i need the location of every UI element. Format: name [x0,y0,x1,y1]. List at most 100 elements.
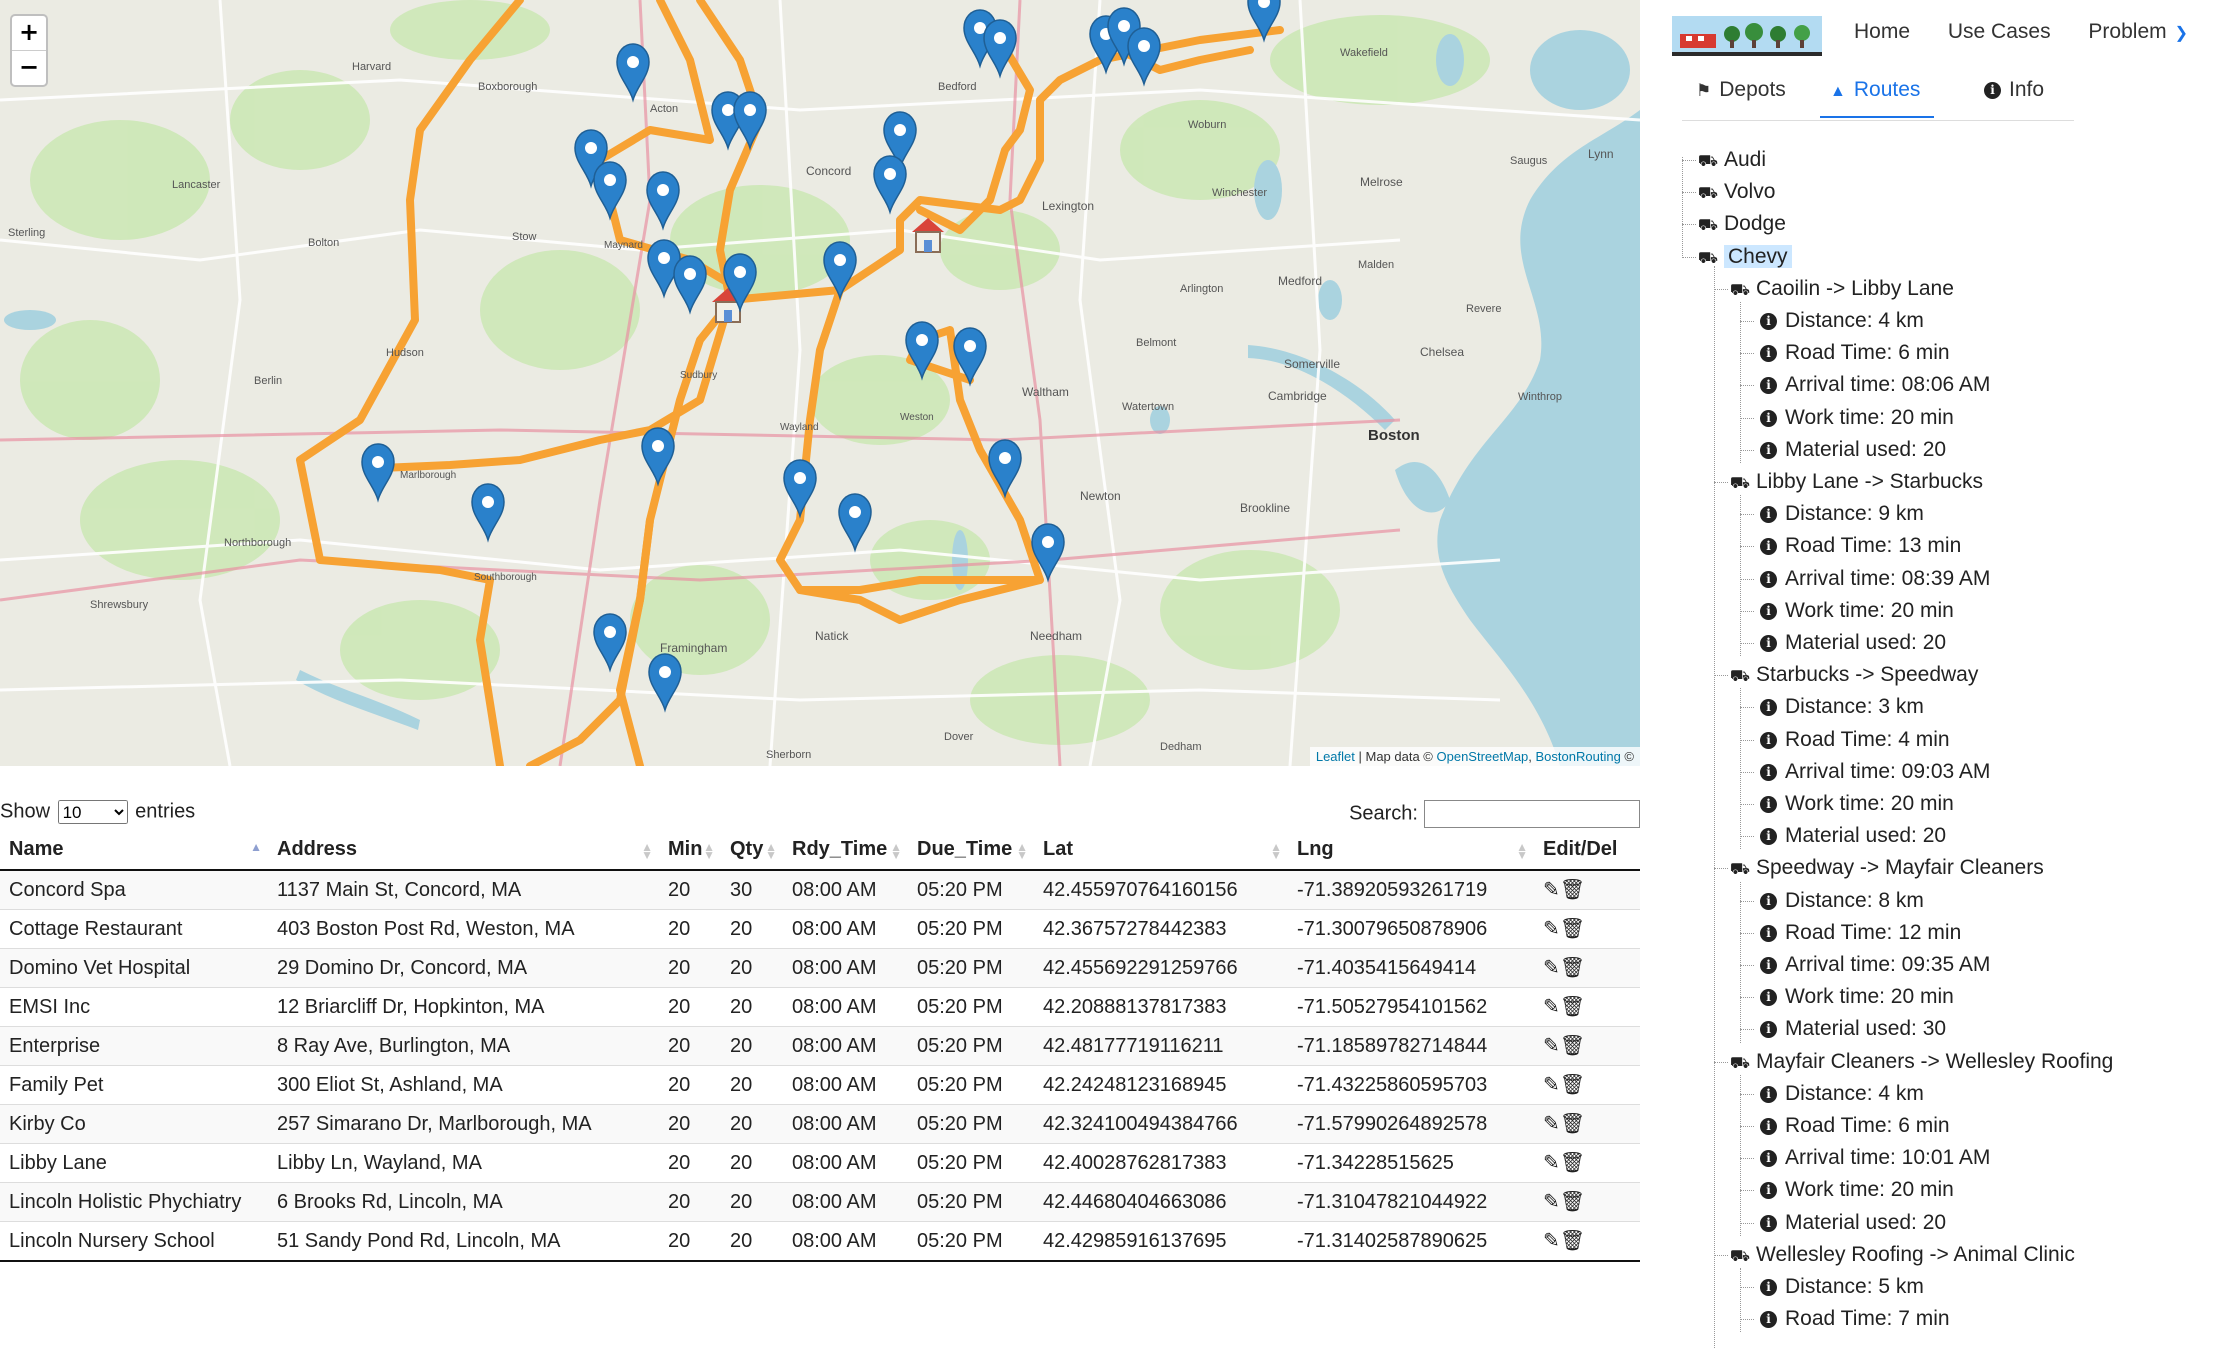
map-pin-icon[interactable] [646,171,680,231]
detail-label: Material used: 30 [1785,1017,1947,1041]
tree-leg-node[interactable]: ⛟ Starbucks -> Speedway [1728,662,1978,690]
cell-rdy: 08:00 AM [783,869,908,910]
column-header[interactable]: Qty ▲ ▼ [721,830,783,871]
tree-leg-node[interactable]: ⛟ Speedway -> Mayfair Cleaners [1728,855,2044,883]
edit-icon[interactable]: ✎ [1543,1074,1560,1096]
map-pin-icon[interactable] [1127,27,1161,87]
tree-detail-node: i Work time: 20 min [1760,405,1954,431]
tree-vehicle-node[interactable]: ⛟ Dodge [1696,211,1786,239]
map-pin-icon[interactable] [593,613,627,673]
info-circle-icon: i [1760,409,1777,427]
map-pin-icon[interactable] [983,19,1017,79]
truck-icon: ⛟ [1729,668,1751,686]
column-header[interactable]: Min ▲ ▼ [659,830,721,871]
edit-icon[interactable]: ✎ [1543,1191,1560,1213]
edit-icon[interactable]: ✎ [1543,957,1560,979]
tree-detail-node: i Arrival time: 09:35 AM [1760,952,1990,978]
tree-leg-node[interactable]: ⛟ Mayfair Cleaners -> Wellesley Roofing [1728,1049,2113,1077]
map-pin-icon[interactable] [593,161,627,221]
info-circle-icon: i [1760,1311,1777,1329]
trash-icon[interactable]: 🗑 [1560,1191,1585,1213]
trash-icon[interactable]: 🗑 [1560,918,1585,940]
leg-label: Starbucks -> Speedway [1756,663,1979,687]
edit-icon[interactable]: ✎ [1543,996,1560,1018]
tree-leg-node[interactable]: ⛟ Caoilin -> Libby Lane [1728,276,1954,304]
table-row: Domino Vet Hospital 29 Domino Dr, Concord… [0,948,1640,988]
tree-leg-node[interactable]: ⛟ Wellesley Roofing -> Animal Clinic [1728,1242,2075,1270]
tree-detail-node: i Work time: 20 min [1760,791,1954,817]
edit-icon[interactable]: ✎ [1543,879,1560,901]
edit-icon[interactable]: ✎ [1543,1230,1560,1252]
leg-label: Libby Lane -> Starbucks [1756,470,1984,493]
column-header[interactable]: Rdy_Time ▲ ▼ [783,830,908,871]
detail-label: Material used: 20 [1785,437,1947,461]
map-pin-icon[interactable] [988,439,1022,499]
tree-vehicle-node[interactable]: ⛟ Audi [1696,147,1766,175]
route-map[interactable]: Boston Concord Lexington Framingham Nati… [0,0,1640,766]
tab-info[interactable]: i Info [1984,78,2044,116]
trash-icon[interactable]: 🗑 [1560,957,1585,979]
column-header[interactable]: Lat ▲ ▼ [1034,830,1288,871]
cell-lng: -71.38920593261719 [1288,869,1534,910]
tab-routes[interactable]: ▲ Routes [1820,78,1935,118]
leg-label: Speedway -> Mayfair Cleaners [1756,856,2044,880]
tree-connector [1740,449,1754,451]
column-header[interactable]: Due_Time ▲ ▼ [908,830,1034,871]
info-circle-icon: i [1760,1085,1777,1103]
trash-icon[interactable]: 🗑 [1560,1230,1585,1252]
trash-icon[interactable]: 🗑 [1560,879,1585,901]
map-pin-icon[interactable] [641,427,675,487]
column-header[interactable]: Name ▲ [0,830,268,871]
map-pin-icon[interactable] [838,493,872,553]
cell-name: Domino Vet Hospital [0,948,268,988]
customers-table: Name ▲ Address ▲ ▼ Min ▲ ▼ Qty ▲ ▼ Rdy_Time ▲ ▼ Due_Ti… [0,830,1640,1262]
tree-connector [1682,224,1696,226]
edit-icon[interactable]: ✎ [1543,918,1560,940]
map-pin-icon[interactable] [873,155,907,215]
tree-vehicle-node[interactable]: ⛟ Volvo [1696,179,1775,207]
trash-icon[interactable]: 🗑 [1560,1152,1585,1174]
edit-icon[interactable]: ✎ [1543,1035,1560,1057]
leg-label: Caoilin -> Libby Lane [1756,276,1954,300]
logo-image [1672,16,1822,52]
map-pin-icon[interactable] [648,653,682,713]
map-pin-icon[interactable] [471,483,505,543]
edit-icon[interactable]: ✎ [1543,1152,1560,1174]
trash-icon[interactable]: 🗑 [1560,1074,1585,1096]
nav-use-cases-link[interactable]: Use Cases [1948,20,2051,43]
column-header[interactable]: Edit/Del▲▼ [1534,830,1640,871]
tab-depots[interactable]: ⚑ Depots [1696,78,1786,116]
map-pin-icon[interactable] [673,255,707,315]
map-pin-icon[interactable] [361,443,395,503]
detail-label: Arrival time: 10:01 AM [1785,1146,1991,1170]
cell-rdy: 08:00 AM [783,1026,908,1066]
map-canvas[interactable]: Boston Concord Lexington Framingham Nati… [0,0,1640,766]
nav-problem-dropdown[interactable]: Problem ❯ [2088,20,2220,43]
map-pin-icon[interactable] [733,91,767,151]
nav-home-link[interactable]: Home [1854,20,1910,43]
sort-icon: ▲ ▼ [1016,840,1028,862]
osm-link[interactable]: OpenStreetMap [1437,749,1529,764]
sort-icon: ▲ ▼ [703,840,715,862]
cell-due: 05:20 PM [908,869,1034,910]
search-control: Search: [1349,800,1640,828]
app-logo[interactable] [1672,16,1822,56]
cell-due: 05:20 PM [908,1143,1034,1183]
column-header[interactable]: Address ▲ ▼ [268,830,659,871]
tree-vehicle-node[interactable]: ⛟ Chevy [1696,244,1792,272]
detail-label: Road Time: 12 min [1785,920,1962,944]
trash-icon[interactable]: 🗑 [1560,1113,1585,1135]
info-circle-icon: i [1984,82,2001,99]
column-header[interactable]: Lng ▲ ▼ [1288,830,1534,871]
zoom-in-button[interactable]: + [12,16,46,50]
tree-leg-node[interactable]: ⛟ Libby Lane -> Starbucks [1728,469,1983,497]
page-length-select[interactable]: 102550100 [57,800,128,824]
trash-icon[interactable]: 🗑 [1560,1035,1585,1057]
trash-icon[interactable]: 🗑 [1560,996,1585,1018]
leaflet-link[interactable]: Leaflet [1316,749,1355,764]
zoom-out-button[interactable]: − [12,50,46,85]
label-arlington: Arlington [1180,283,1223,295]
edit-icon[interactable]: ✎ [1543,1113,1560,1135]
search-input[interactable] [1424,800,1640,828]
bostonrouting-link[interactable]: BostonRouting [1536,749,1621,764]
